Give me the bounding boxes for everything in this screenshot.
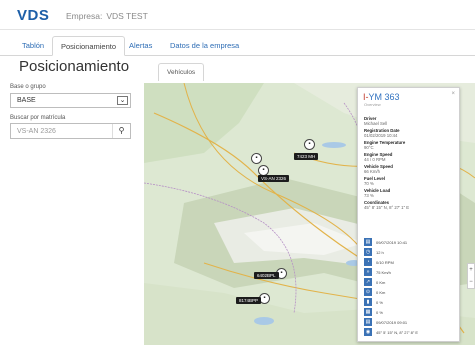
status-text: 09/07/2019 10:41 [376, 240, 408, 245]
status-line: ▤ 09/07/2019 10:41 [364, 238, 452, 247]
status-line: ⊙ 0 Km [364, 288, 452, 297]
status-line: ◔ 0/10 RPM [364, 258, 452, 267]
field-value: 45° 8' 15" N, 8° 27' 1" E [364, 205, 410, 210]
status-text: 0/10 RPM [376, 260, 394, 265]
base-select[interactable]: BASE ⌄ [10, 93, 131, 108]
company-label: Empresa: [66, 11, 103, 21]
popup-field: Driver Michael Sell [364, 116, 387, 126]
popup-plate: I-YM 363 [363, 92, 400, 102]
popup-field: Vehicle Load 73 % [364, 188, 390, 198]
calendar-icon: ▤ [364, 318, 372, 326]
status-line: ◉ 45° 5' 15" N, 8° 27' 8" E [364, 328, 452, 337]
status-line: ▤ 09/07/2019 09:01 [364, 318, 452, 327]
status-text: 75 Km/h [376, 270, 391, 275]
main-tabs: Tablón Posicionamiento Alertas Datos de … [0, 30, 475, 56]
search-label: Buscar por matrícula [10, 115, 66, 121]
vehicle-marker[interactable]: 7423 MH [294, 153, 319, 160]
status-text: 0 Km [376, 290, 386, 295]
tab-tablon[interactable]: Tablón [14, 36, 52, 56]
status-text: 0 % [376, 310, 383, 315]
field-value: Michael Sell [364, 121, 388, 126]
search-icon[interactable]: ⚲ [112, 124, 130, 138]
location-icon: ◉ [364, 328, 372, 336]
vehicle-marker[interactable]: 6402BPL [254, 272, 279, 279]
status-line: ↗ 0 Km [364, 278, 452, 287]
gauge-icon: ◔ [364, 258, 372, 266]
speed-icon: » [364, 268, 372, 276]
field-value: 73 % [364, 193, 374, 198]
company-value: VDS TEST [106, 11, 148, 21]
status-line: ◷ 12 h [364, 248, 452, 257]
tab-datos-empresa[interactable]: Datos de la empresa [162, 36, 247, 56]
zoom-control[interactable]: + − [467, 263, 475, 289]
field-value: 90°C [364, 145, 374, 150]
plate-search-input[interactable]: VS-AN 2326 ⚲ [10, 123, 131, 139]
popup-field: Registration Date 01/02/2019 10:44 [364, 128, 400, 138]
tab-posicionamiento[interactable]: Posicionamiento [52, 36, 126, 56]
route-icon: ↗ [364, 278, 372, 286]
tab-alertas[interactable]: Alertas [121, 36, 160, 56]
vehicle-marker-selected[interactable]: VS-AN 2326 [258, 175, 290, 182]
status-text: 0 Km [376, 280, 386, 285]
page-title: Posicionamiento [19, 58, 130, 75]
status-text: 45° 5' 15" N, 8° 27' 8" E [376, 330, 419, 335]
brand-logo[interactable]: VDS [17, 7, 49, 24]
vehicle-info-popup: I-YM 363 × Overview Driver Michael Sell R… [357, 87, 460, 342]
clock-icon: ◷ [364, 248, 372, 256]
popup-field: Coordinates 45° 8' 15" N, 8° 27' 1" E [364, 200, 409, 210]
vehicle-marker[interactable]: 8174BPP [236, 297, 262, 304]
field-value: 70 % [364, 181, 374, 186]
chevron-down-icon[interactable]: ⌄ [117, 96, 128, 105]
popup-field: Vehicle Speed 66 Km/h [364, 164, 393, 174]
status-text: 0 % [376, 300, 383, 305]
base-select-value: BASE [17, 97, 36, 104]
field-value: 01/02/2019 10:44 [364, 133, 398, 138]
truck-icon[interactable]: ▪ [304, 139, 315, 150]
load-icon: ▦ [364, 308, 372, 316]
status-line: ▮ 0 % [364, 298, 452, 307]
odometer-icon: ⊙ [364, 288, 372, 296]
status-text: 09/07/2019 09:01 [376, 320, 408, 325]
base-label: Base o grupo [10, 84, 46, 90]
popup-field: Fuel Level 70 % [364, 176, 385, 186]
tab-vehiculos[interactable]: Vehículos [158, 63, 205, 81]
top-bar: VDS Empresa: VDS TEST [0, 0, 475, 30]
plate-main: YM 363 [368, 92, 400, 102]
field-value: 44 / 0 RPM [364, 157, 386, 162]
truck-icon[interactable]: ▪ [251, 153, 262, 164]
fuel-icon: ▮ [364, 298, 372, 306]
close-icon[interactable]: × [451, 91, 455, 97]
status-line: » 75 Km/h [364, 268, 452, 277]
popup-field: Engine Temperature 90°C [364, 140, 405, 150]
popup-field: Engine Speed 44 / 0 RPM [364, 152, 392, 162]
status-line: ▦ 0 % [364, 308, 452, 317]
plate-search-value: VS-AN 2326 [17, 128, 56, 135]
calendar-icon: ▤ [364, 238, 372, 246]
company-info: Empresa: VDS TEST [66, 11, 152, 21]
popup-subtitle: Overview [364, 102, 381, 107]
field-value: 66 Km/h [364, 169, 381, 174]
status-text: 12 h [376, 250, 384, 255]
